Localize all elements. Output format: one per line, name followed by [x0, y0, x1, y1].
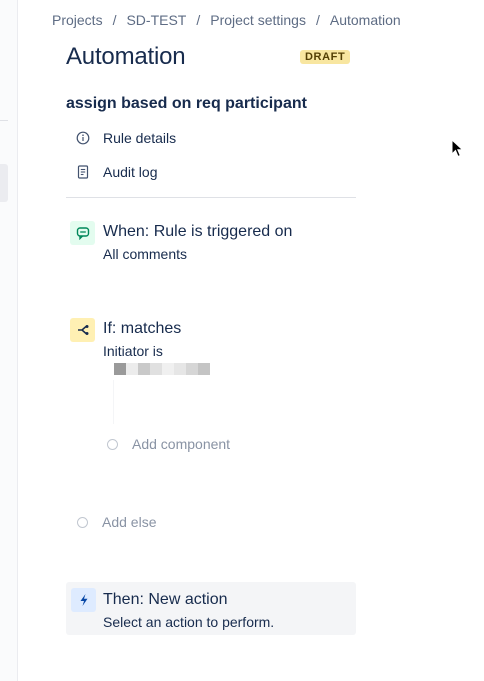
branch-icon	[70, 318, 95, 342]
comment-icon	[70, 221, 95, 245]
mouse-cursor-icon	[451, 138, 465, 159]
add-component-button[interactable]: Add component	[107, 436, 230, 452]
page-title: Automation	[66, 43, 186, 70]
breadcrumb-project-settings[interactable]: Project settings	[210, 12, 306, 28]
action-detail: Select an action to perform.	[103, 614, 275, 630]
trigger-heading: When: Rule is triggered on	[103, 223, 293, 240]
sidebar-active-item[interactable]	[0, 164, 8, 202]
add-dot-icon	[107, 438, 118, 450]
action-heading: Then: New action	[103, 591, 228, 608]
condition-heading: If: matches	[103, 320, 182, 337]
rule-name[interactable]: assign based on req participant	[66, 95, 307, 113]
add-component-label: Add component	[132, 436, 231, 452]
rule-details-label: Rule details	[103, 130, 177, 146]
breadcrumb: Projects / SD-TEST / Project settings / …	[52, 12, 401, 28]
automation-rule-editor: Projects / SD-TEST / Project settings / …	[0, 0, 484, 681]
document-icon	[76, 165, 90, 179]
breadcrumb-separator: /	[196, 12, 201, 28]
breadcrumb-separator: /	[112, 12, 117, 28]
rule-details-link[interactable]: Rule details	[76, 130, 176, 146]
info-icon	[76, 131, 90, 145]
breadcrumb-projects[interactable]: Projects	[52, 12, 103, 28]
redacted-value	[114, 363, 210, 375]
sidebar	[0, 0, 18, 681]
audit-log-label: Audit log	[103, 164, 158, 180]
trigger-detail: All comments	[103, 246, 188, 262]
breadcrumb-project[interactable]: SD-TEST	[126, 12, 186, 28]
breadcrumb-separator: /	[315, 12, 320, 28]
action-step[interactable]: Then: New action Select an action to per…	[66, 582, 356, 635]
status-badge: DRAFT	[300, 50, 351, 64]
divider	[66, 197, 356, 198]
audit-log-link[interactable]: Audit log	[76, 164, 157, 180]
condition-detail: Initiator is	[103, 343, 163, 359]
add-dot-icon	[77, 516, 88, 528]
connector-line	[113, 380, 114, 424]
sidebar-divider	[0, 120, 8, 121]
add-else-button[interactable]: Add else	[77, 514, 156, 530]
lightning-icon	[71, 588, 96, 612]
add-else-label: Add else	[102, 514, 157, 530]
breadcrumb-automation[interactable]: Automation	[330, 12, 401, 28]
